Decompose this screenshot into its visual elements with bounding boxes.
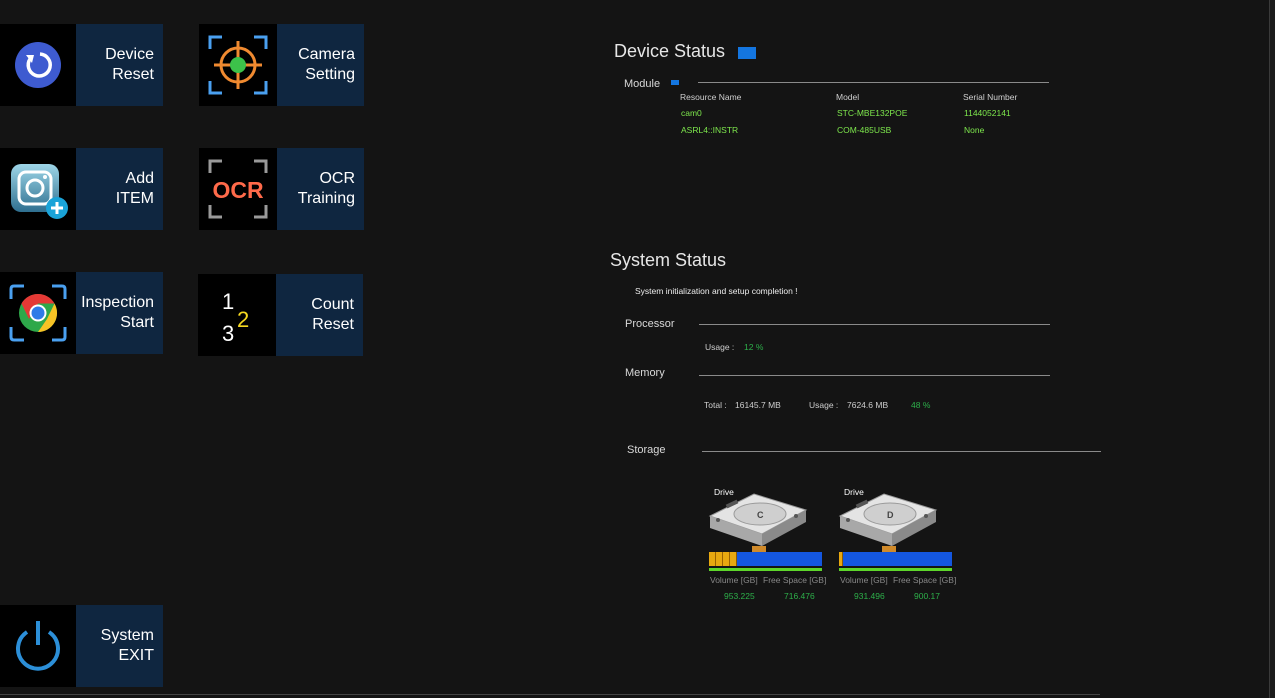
add-item-label-1: Add: [125, 170, 154, 187]
drive-c-usage-bar: [709, 552, 822, 566]
count-icon-three: 3: [222, 321, 234, 345]
device-reset-button[interactable]: Device Reset: [0, 24, 163, 106]
right-edge-panel: [1270, 0, 1275, 698]
power-icon: [0, 605, 76, 687]
row2-serial: None: [964, 125, 985, 135]
row2-model: COM-485USB: [837, 125, 892, 135]
chrome-icon: [0, 272, 76, 354]
drive-d-volume-label: Volume [GB]: [840, 575, 888, 585]
camera-setting-button[interactable]: Camera Setting: [199, 24, 364, 106]
system-exit-button[interactable]: System EXIT: [0, 605, 163, 687]
header-resource-name: Resource Name: [680, 92, 742, 102]
count-reset-label-1: Count: [311, 296, 354, 313]
memory-label: Memory: [625, 367, 665, 379]
drive-c-free-value: 716.476: [784, 591, 815, 601]
drive-d-free-label: Free Space [GB]: [893, 575, 957, 585]
memory-percent: 48 %: [911, 400, 931, 410]
header-serial-number: Serial Number: [963, 92, 1018, 102]
hard-drive-icon: D: [838, 493, 938, 554]
drive-d-usage-bar: [839, 552, 952, 566]
module-divider: [698, 82, 1049, 83]
storage-label: Storage: [627, 444, 666, 456]
drive-d-underline: [839, 568, 952, 571]
header-model: Model: [836, 92, 860, 102]
system-exit-label-2: EXIT: [118, 647, 154, 664]
module-indicator: [671, 80, 679, 85]
reset-icon: [0, 24, 76, 106]
bottom-border: [0, 694, 1100, 695]
processor-label: Processor: [625, 318, 675, 330]
device-reset-label-1: Device: [105, 46, 154, 63]
processor-divider: [699, 324, 1050, 325]
device-reset-label-2: Reset: [112, 66, 154, 83]
add-item-button[interactable]: Add ITEM: [0, 148, 163, 230]
count-reset-label-2: Reset: [312, 316, 354, 333]
camera-add-icon: [0, 148, 76, 230]
right-edge-divider: [1269, 0, 1270, 698]
ocr-icon: OCR: [199, 148, 277, 230]
drive-c-free-label: Free Space [GB]: [763, 575, 827, 585]
row1-resource-name: cam0: [681, 108, 702, 118]
drive-d-used-fill: [839, 552, 843, 566]
drive-d-free-value: 900.17: [914, 591, 940, 601]
processor-usage-value: 12 %: [744, 342, 764, 352]
row1-model: STC-MBE132POE: [837, 108, 908, 118]
device-status-title: Device Status: [614, 41, 726, 61]
drive-c-letter: C: [757, 510, 764, 520]
ocr-training-button[interactable]: OCR OCR Training: [199, 148, 364, 230]
drive-c-used-fill: [709, 552, 737, 566]
inspection-start-label-2: Start: [120, 314, 154, 331]
storage-divider: [702, 451, 1101, 452]
ocr-training-label-1: OCR: [319, 170, 355, 187]
system-exit-label-1: System: [100, 627, 154, 644]
inspection-start-label-1: Inspection: [81, 294, 154, 311]
module-label: Module: [624, 78, 661, 90]
count-icon-two: 2: [237, 307, 249, 332]
crosshair-icon: [199, 24, 277, 106]
ocr-training-label-2: Training: [297, 190, 355, 207]
row2-resource-name: ASRL4::INSTR: [681, 125, 739, 135]
drive-d: Drive D Volume [GB] Free Space [GB] 931.…: [836, 484, 961, 604]
device-status-indicator: [738, 47, 756, 59]
drive-d-letter: D: [887, 510, 894, 520]
drive-c-volume-value: 953.225: [724, 591, 755, 601]
camera-setting-label-1: Camera: [298, 46, 355, 63]
system-message: System initialization and setup completi…: [635, 286, 798, 296]
memory-total-value: 16145.7 MB: [735, 400, 781, 410]
drive-c-underline: [709, 568, 822, 571]
inspection-start-button[interactable]: Inspection Start: [0, 272, 163, 354]
memory-usage-label: Usage :: [809, 400, 839, 410]
processor-usage-label: Usage :: [705, 342, 735, 352]
count-reset-button[interactable]: 1 2 3 Count Reset: [198, 274, 363, 356]
ocr-icon-text: OCR: [212, 177, 264, 203]
camera-setting-label-2: Setting: [305, 66, 355, 83]
memory-total-label: Total :: [704, 400, 727, 410]
drive-c-volume-label: Volume [GB]: [710, 575, 758, 585]
count-icon-one: 1: [222, 289, 234, 314]
memory-divider: [699, 375, 1050, 376]
drive-c: Drive C Volume [GB] Free Space [GB] 953.…: [706, 484, 831, 604]
hard-drive-icon: C: [708, 493, 808, 554]
system-status-title: System Status: [610, 250, 727, 270]
memory-usage-value: 7624.6 MB: [847, 400, 889, 410]
drive-d-volume-value: 931.496: [854, 591, 885, 601]
row1-serial: 1144052141: [964, 108, 1011, 118]
numbers-icon: 1 2 3: [198, 274, 276, 356]
add-item-label-2: ITEM: [115, 190, 154, 207]
